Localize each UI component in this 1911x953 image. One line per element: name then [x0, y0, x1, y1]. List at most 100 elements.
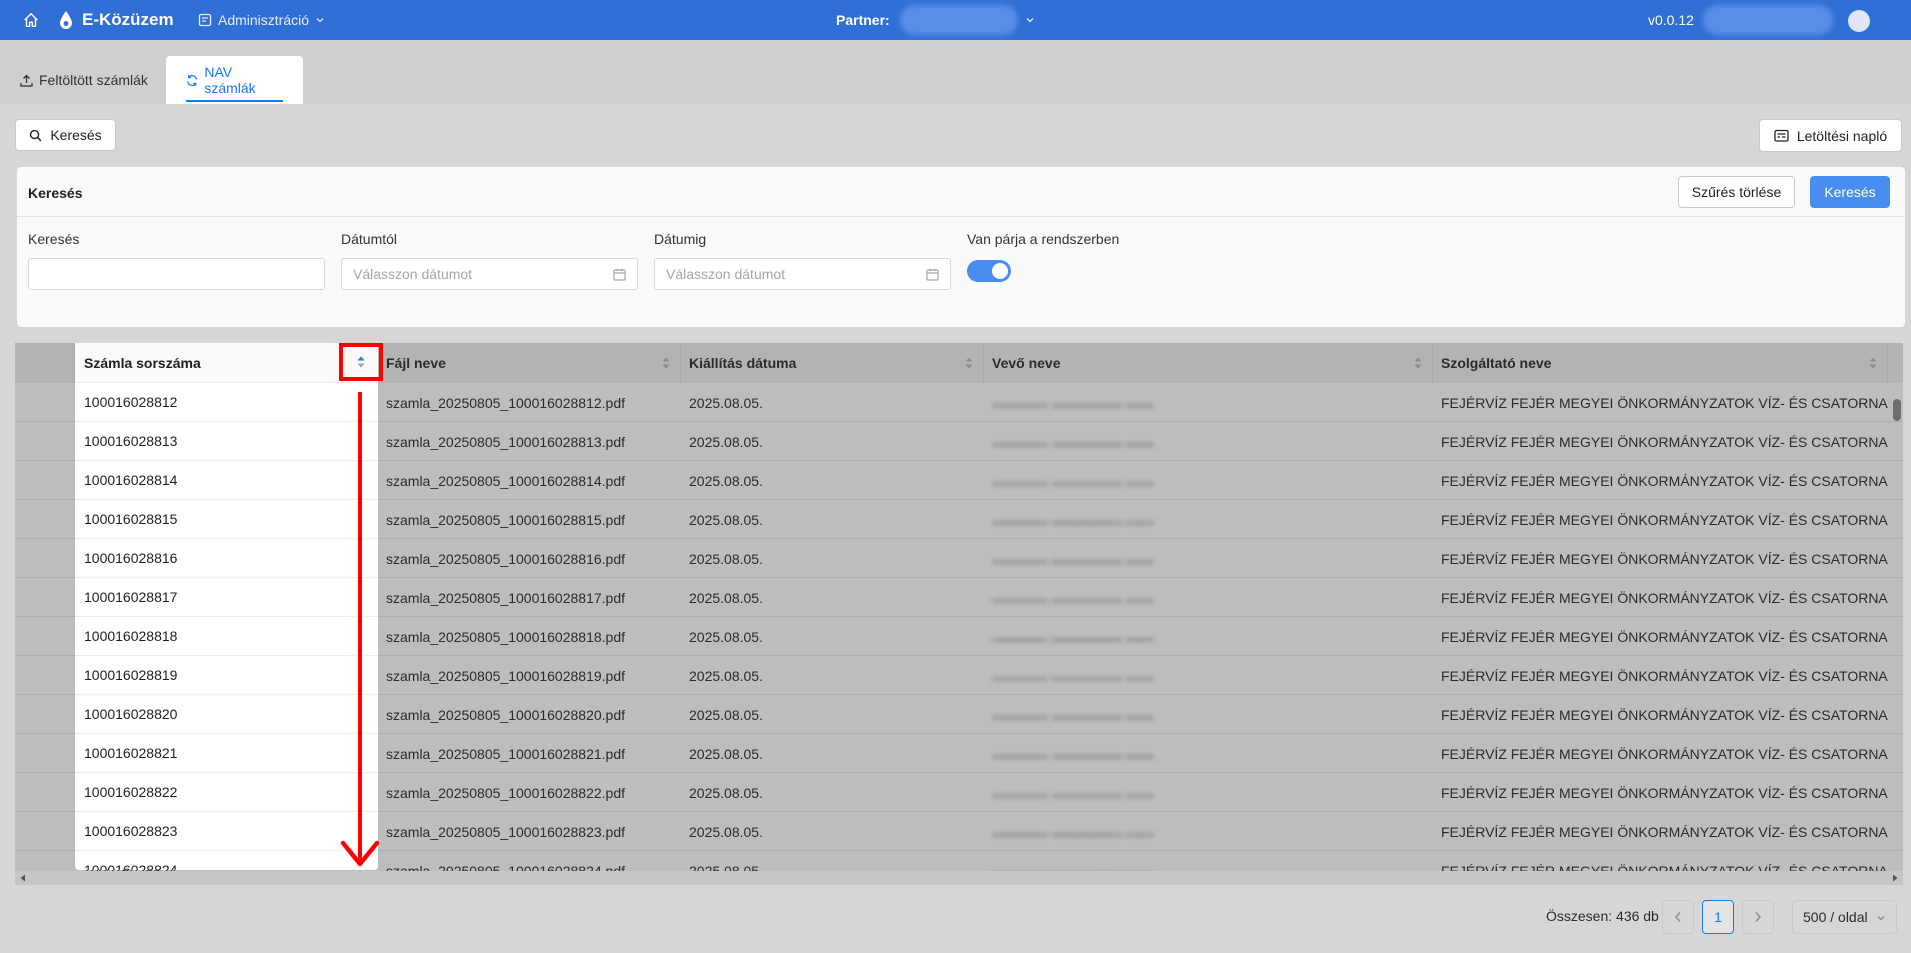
cell-file-name: szamla_20250805_100016028815.pdf — [386, 511, 625, 528]
total-count: Összesen: 436 db — [1546, 908, 1659, 924]
cell-number: 100016028813 — [75, 422, 378, 461]
tab-label: NAV számlák — [204, 64, 256, 96]
cell-issue-date: 2025.08.05. — [689, 706, 763, 723]
sort-icon[interactable] — [1869, 357, 1877, 369]
sort-icon[interactable] — [662, 357, 670, 369]
vertical-scrollbar[interactable] — [1893, 399, 1901, 421]
column-header-number-highlight[interactable]: Számla sorszáma — [75, 343, 378, 383]
column-header-buyer[interactable]: Vevő neve — [984, 343, 1433, 383]
user-menu[interactable] — [1703, 5, 1833, 35]
cell-buyer-name: ▬▬▬▬ ▬▬▬▬▬ ▬▬ — [992, 511, 1154, 528]
download-log-label: Letöltési napló — [1796, 127, 1888, 144]
cell-issue-date: 2025.08.05. — [689, 745, 763, 762]
cell-buyer-name: ▬▬▬▬ ▬▬▬▬▬ ▬▬ — [992, 706, 1154, 723]
tab-nav-invoices[interactable]: NAV számlák — [166, 56, 303, 104]
download-log-button[interactable]: Letöltési napló — [1759, 119, 1902, 152]
cell-issue-date: 2025.08.05. — [689, 394, 763, 411]
cell-number: 100016028812 — [75, 383, 378, 422]
date-from-picker[interactable]: Válasszon dátumot — [341, 258, 638, 290]
cell-provider-name: FEJÉRVÍZ FEJÉR MEGYEI ÖNKORMÁNYZATOK VÍZ… — [1441, 628, 1888, 645]
cell-issue-date: 2025.08.05. — [689, 667, 763, 684]
cell-issue-date: 2025.08.05. — [689, 433, 763, 450]
scroll-right-icon[interactable] — [1891, 874, 1899, 882]
brand[interactable]: E-Közüzem — [58, 10, 174, 30]
scroll-left-icon[interactable] — [19, 874, 27, 882]
cell-buyer-name: ▬▬▬▬ ▬▬▬▬▬ ▬▬ — [992, 394, 1154, 411]
cell-buyer-name: ▬▬▬▬ ▬▬▬▬▬ ▬▬ — [992, 472, 1154, 489]
page-size-value: 500 / oldal — [1803, 909, 1868, 925]
chevron-left-icon — [1675, 912, 1681, 922]
toggle-search-button[interactable]: Keresés — [15, 119, 116, 151]
column-header-file[interactable]: Fájl neve — [378, 343, 681, 383]
calendar-log-icon — [1774, 129, 1789, 142]
cell-issue-date: 2025.08.05. — [689, 472, 763, 489]
highlighted-number-column: Számla sorszáma 100016028812 100016028813… — [75, 343, 378, 870]
cell-provider-name: FEJÉRVÍZ FEJÉR MEGYEI ÖNKORMÁNYZATOK VÍZ… — [1441, 394, 1888, 411]
top-navbar: E-Közüzem Adminisztráció Partner: v0.0.1… — [0, 0, 1911, 40]
cell-issue-date: 2025.08.05. — [689, 784, 763, 801]
column-title: Fájl neve — [386, 355, 446, 371]
cell-buyer-name: ▬▬▬▬ ▬▬▬▬▬ ▬▬ — [992, 823, 1154, 840]
page-size-select[interactable]: 500 / oldal — [1792, 900, 1897, 934]
tab-uploaded-invoices[interactable]: Feltöltött számlák — [0, 56, 168, 104]
date-to-placeholder: Válasszon dátumot — [666, 266, 786, 282]
page-number-button[interactable]: 1 — [1702, 900, 1734, 934]
sync-icon — [187, 74, 198, 86]
has-pair-toggle[interactable] — [967, 260, 1011, 282]
partner-chevron-icon[interactable] — [1025, 15, 1035, 25]
cell-number: 100016028815 — [75, 500, 378, 539]
avatar[interactable] — [1848, 10, 1870, 32]
cell-provider-name: FEJÉRVÍZ FEJÉR MEGYEI ÖNKORMÁNYZATOK VÍZ… — [1441, 745, 1888, 762]
sort-icon[interactable] — [1414, 357, 1422, 369]
admin-icon — [198, 13, 212, 27]
search-panel: Keresés Szűrés törlése Keresés Keresés D… — [17, 167, 1905, 327]
select-column-header — [15, 343, 75, 383]
cell-file-name: szamla_20250805_100016028812.pdf — [386, 394, 625, 411]
cell-number: 100016028819 — [75, 656, 378, 695]
next-page-button[interactable] — [1742, 900, 1774, 934]
cell-buyer-name: ▬▬▬▬ ▬▬▬▬▬ ▬▬ — [992, 433, 1154, 450]
cell-file-name: szamla_20250805_100016028813.pdf — [386, 433, 625, 450]
cell-provider-name: FEJÉRVÍZ FEJÉR MEGYEI ÖNKORMÁNYZATOK VÍZ… — [1441, 784, 1888, 801]
chevron-right-icon — [1755, 912, 1761, 922]
prev-page-button[interactable] — [1662, 900, 1694, 934]
cell-number: 100016028817 — [75, 578, 378, 617]
column-header-provider[interactable]: Szolgáltató neve — [1433, 343, 1888, 383]
home-icon[interactable] — [22, 11, 40, 29]
divider — [17, 216, 1905, 217]
cell-number: 100016028823 — [75, 812, 378, 851]
date-to-label: Dátumig — [654, 231, 707, 247]
cell-number: 100016028824 — [75, 851, 378, 870]
calendar-icon — [613, 268, 626, 281]
cell-provider-name: FEJÉRVÍZ FEJÉR MEGYEI ÖNKORMÁNYZATOK VÍZ… — [1441, 589, 1888, 606]
cell-provider-name: FEJÉRVÍZ FEJÉR MEGYEI ÖNKORMÁNYZATOK VÍZ… — [1441, 706, 1888, 723]
cell-provider-name: FEJÉRVÍZ FEJÉR MEGYEI ÖNKORMÁNYZATOK VÍZ… — [1441, 511, 1888, 528]
highlight-box — [339, 343, 383, 381]
chevron-down-icon — [316, 18, 324, 23]
cell-provider-name: FEJÉRVÍZ FEJÉR MEGYEI ÖNKORMÁNYZATOK VÍZ… — [1441, 433, 1888, 450]
horizontal-scrollbar[interactable] — [15, 871, 1903, 885]
column-header-issue-date[interactable]: Kiállítás dátuma — [681, 343, 984, 383]
search-panel-title: Keresés — [28, 185, 83, 201]
admin-menu[interactable]: Adminisztráció — [198, 12, 325, 28]
cell-issue-date: 2025.08.05. — [689, 589, 763, 606]
date-to-picker[interactable]: Válasszon dátumot — [654, 258, 951, 290]
column-title: Vevő neve — [992, 355, 1061, 371]
sort-icon[interactable] — [357, 356, 365, 368]
cell-issue-date: 2025.08.05. — [689, 511, 763, 528]
cell-file-name: szamla_20250805_100016028814.pdf — [386, 472, 625, 489]
date-from-placeholder: Válasszon dátumot — [353, 266, 473, 282]
clear-filters-button[interactable]: Szűrés törlése — [1678, 176, 1795, 208]
sort-icon[interactable] — [965, 357, 973, 369]
cell-file-name: szamla_20250805_100016028821.pdf — [386, 745, 625, 762]
column-title: Számla sorszáma — [84, 354, 201, 371]
partner-label: Partner: — [836, 12, 890, 28]
cell-number: 100016028816 — [75, 539, 378, 578]
search-button[interactable]: Keresés — [1810, 176, 1890, 208]
column-title: Kiállítás dátuma — [689, 355, 797, 371]
partner-select[interactable] — [900, 5, 1018, 35]
cell-buyer-name: ▬▬▬▬ ▬▬▬▬▬ ▬▬ — [992, 784, 1154, 801]
cell-buyer-name: ▬▬▬▬ ▬▬▬▬▬ ▬▬ — [992, 745, 1154, 762]
search-input[interactable] — [28, 258, 325, 290]
search-icon — [30, 129, 42, 141]
